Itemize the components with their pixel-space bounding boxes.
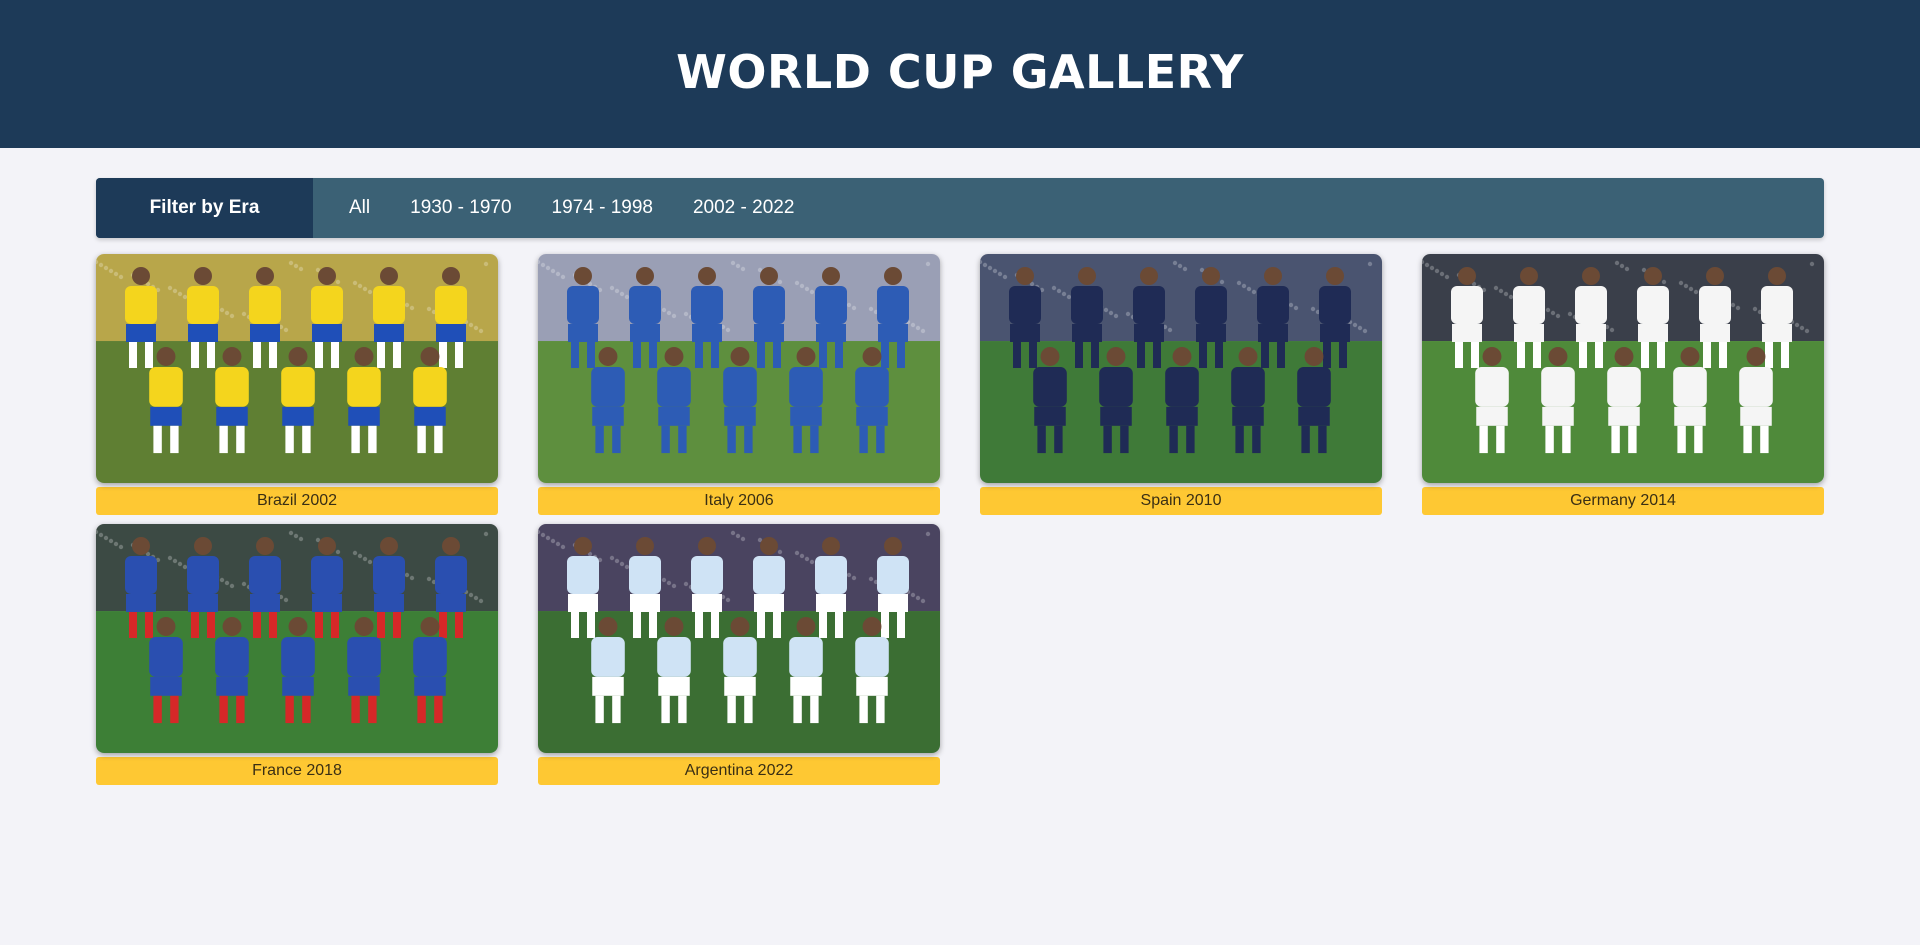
filter-option-1974-1998[interactable]: 1974 - 1998 bbox=[532, 197, 673, 219]
team-photo[interactable] bbox=[96, 524, 498, 753]
card-caption: Brazil 2002 bbox=[96, 487, 498, 515]
card-caption: Italy 2006 bbox=[538, 487, 940, 515]
filter-option-2002-2022[interactable]: 2002 - 2022 bbox=[673, 197, 814, 219]
filter-label: Filter by Era bbox=[96, 178, 313, 238]
filter-option-1930-1970[interactable]: 1930 - 1970 bbox=[390, 197, 531, 219]
era-filter-bar: Filter by Era All 1930 - 1970 1974 - 199… bbox=[96, 178, 1824, 238]
team-photo[interactable] bbox=[538, 524, 940, 753]
gallery-card-italy-2006[interactable]: Italy 2006 bbox=[538, 254, 940, 515]
card-caption: France 2018 bbox=[96, 757, 498, 785]
gallery-card-argentina-2022[interactable]: Argentina 2022 bbox=[538, 524, 940, 785]
filter-options: All 1930 - 1970 1974 - 1998 2002 - 2022 bbox=[313, 178, 814, 238]
gallery-card-france-2018[interactable]: France 2018 bbox=[96, 524, 498, 785]
page-title: WORLD CUP GALLERY bbox=[676, 45, 1244, 99]
card-caption: Spain 2010 bbox=[980, 487, 1382, 515]
gallery-card-germany-2014[interactable]: Germany 2014 bbox=[1422, 254, 1824, 515]
card-caption: Germany 2014 bbox=[1422, 487, 1824, 515]
team-photo[interactable] bbox=[980, 254, 1382, 483]
filter-option-all[interactable]: All bbox=[329, 197, 390, 219]
card-caption: Argentina 2022 bbox=[538, 757, 940, 785]
team-photo[interactable] bbox=[96, 254, 498, 483]
page-header: WORLD CUP GALLERY bbox=[0, 0, 1920, 148]
team-photo[interactable] bbox=[1422, 254, 1824, 483]
gallery-card-spain-2010[interactable]: Spain 2010 bbox=[980, 254, 1382, 515]
gallery-card-brazil-2002[interactable]: Brazil 2002 bbox=[96, 254, 498, 515]
team-photo[interactable] bbox=[538, 254, 940, 483]
